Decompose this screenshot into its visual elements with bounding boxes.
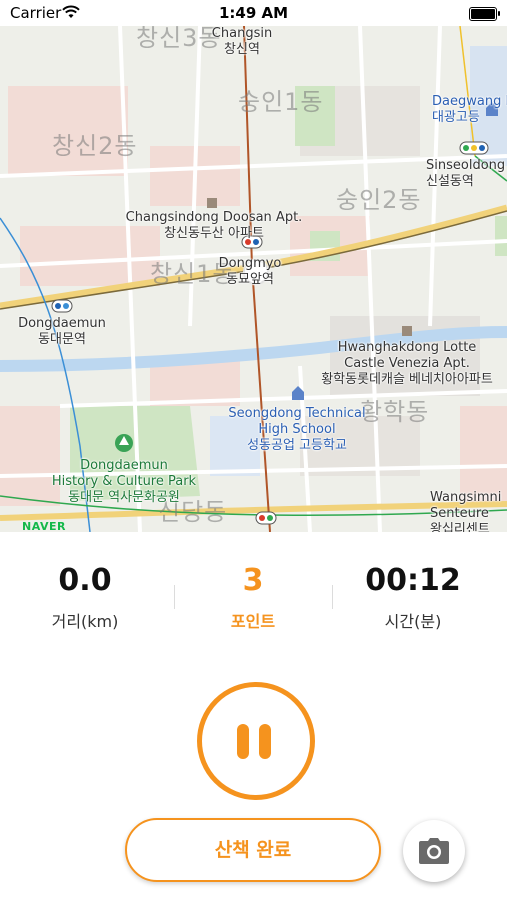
points-label: 포인트 <box>230 612 276 631</box>
pause-button[interactable] <box>197 682 315 800</box>
station-label-dongmyo[interactable]: Dongmyo 동묘앞역 <box>208 256 292 288</box>
battery-icon <box>469 7 500 21</box>
place-label-ddp[interactable]: Dongdaemun History & Culture Park 동대문 역사… <box>50 458 198 506</box>
naver-logo: NAVER <box>22 520 66 532</box>
stats-divider <box>174 585 175 609</box>
time-value: 00:12 <box>365 563 461 598</box>
camera-icon <box>419 838 449 864</box>
finish-walk-button[interactable]: 산책 완료 <box>125 818 381 882</box>
district-label: 창신2동 <box>52 132 138 160</box>
points-value: 3 <box>242 563 264 598</box>
walk-stats: 0.0 거리(km) 3 포인트 00:12 시간(분) <box>0 560 507 640</box>
stat-time: 00:12 시간(분) <box>328 560 498 632</box>
district-label: 숭인2동 <box>336 186 422 214</box>
status-time: 1:49 AM <box>218 4 289 22</box>
map-view[interactable]: 창신3동 숭인1동 창신2동 숭인2동 창신1동 황학동 신당동 Changsi… <box>0 26 507 532</box>
time-label: 시간(분) <box>384 612 442 631</box>
place-label-doosan[interactable]: Changsindong Doosan Apt. 창신동두산 아파트 <box>124 210 304 242</box>
place-label-seongdong[interactable]: Seongdong Technical High School 성동공업 고등학… <box>224 406 370 454</box>
district-label: 숭인1동 <box>238 88 324 116</box>
distance-value: 0.0 <box>58 563 112 598</box>
pause-icon <box>237 724 249 759</box>
pause-icon <box>259 724 271 759</box>
station-label-dongdaemun[interactable]: Dongdaemun 동대문역 <box>10 316 114 348</box>
district-label: 황학동 <box>360 398 430 426</box>
camera-button[interactable] <box>403 820 465 882</box>
station-label-changsin[interactable]: Changsin 창신역 <box>200 26 284 58</box>
station-label-wangsimni[interactable]: Wangsimni Senteure 왕십리센트 <box>430 490 507 532</box>
stat-points: 3 포인트 <box>168 560 338 632</box>
place-label-hwanghak[interactable]: Hwanghakdong Lotte Castle Venezia Apt. 황… <box>312 340 502 388</box>
stats-divider <box>332 585 333 609</box>
station-label-sinseoldong[interactable]: Sinseoldong 신설동역 <box>426 158 507 190</box>
status-bar: Carrier 1:49 AM <box>0 0 507 26</box>
distance-label: 거리(km) <box>51 612 119 631</box>
stat-distance: 0.0 거리(km) <box>0 560 170 632</box>
place-label-daegwang[interactable]: Daegwang H 대광고등 <box>432 94 507 126</box>
